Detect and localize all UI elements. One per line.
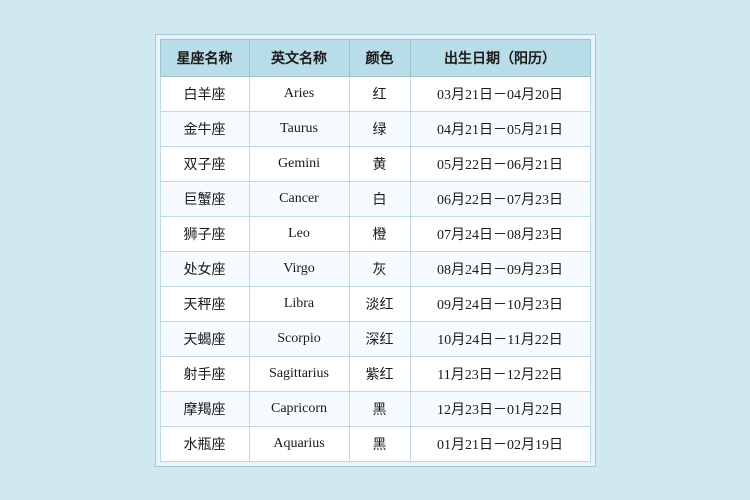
cell-chinese: 巨蟹座 <box>160 181 249 216</box>
cell-chinese: 双子座 <box>160 146 249 181</box>
cell-english: Sagittarius <box>249 356 349 391</box>
cell-chinese: 白羊座 <box>160 76 249 111</box>
cell-date: 09月24日－10月23日 <box>410 286 590 321</box>
table-row: 巨蟹座Cancer白06月22日－07月23日 <box>160 181 590 216</box>
table-row: 双子座Gemini黄05月22日－06月21日 <box>160 146 590 181</box>
table-row: 射手座Sagittarius紫红11月23日－12月22日 <box>160 356 590 391</box>
table-row: 狮子座Leo橙07月24日－08月23日 <box>160 216 590 251</box>
cell-color: 深红 <box>349 321 410 356</box>
cell-english: Libra <box>249 286 349 321</box>
cell-english: Cancer <box>249 181 349 216</box>
cell-color: 红 <box>349 76 410 111</box>
cell-date: 04月21日－05月21日 <box>410 111 590 146</box>
table-row: 处女座Virgo灰08月24日－09月23日 <box>160 251 590 286</box>
cell-date: 07月24日－08月23日 <box>410 216 590 251</box>
header-chinese: 星座名称 <box>160 39 249 76</box>
cell-color: 黑 <box>349 391 410 426</box>
cell-color: 灰 <box>349 251 410 286</box>
cell-chinese: 狮子座 <box>160 216 249 251</box>
table-row: 水瓶座Aquarius黑01月21日－02月19日 <box>160 426 590 461</box>
table-header-row: 星座名称 英文名称 颜色 出生日期（阳历） <box>160 39 590 76</box>
cell-color: 淡红 <box>349 286 410 321</box>
cell-english: Gemini <box>249 146 349 181</box>
zodiac-table-container: 星座名称 英文名称 颜色 出生日期（阳历） 白羊座Aries红03月21日－04… <box>155 34 596 467</box>
cell-date: 10月24日－11月22日 <box>410 321 590 356</box>
cell-chinese: 天秤座 <box>160 286 249 321</box>
header-english: 英文名称 <box>249 39 349 76</box>
cell-color: 紫红 <box>349 356 410 391</box>
cell-date: 05月22日－06月21日 <box>410 146 590 181</box>
cell-date: 03月21日－04月20日 <box>410 76 590 111</box>
cell-date: 06月22日－07月23日 <box>410 181 590 216</box>
cell-english: Leo <box>249 216 349 251</box>
cell-color: 黑 <box>349 426 410 461</box>
cell-color: 黄 <box>349 146 410 181</box>
cell-color: 绿 <box>349 111 410 146</box>
header-color: 颜色 <box>349 39 410 76</box>
cell-date: 11月23日－12月22日 <box>410 356 590 391</box>
cell-chinese: 摩羯座 <box>160 391 249 426</box>
cell-chinese: 水瓶座 <box>160 426 249 461</box>
table-row: 摩羯座Capricorn黑12月23日－01月22日 <box>160 391 590 426</box>
cell-chinese: 处女座 <box>160 251 249 286</box>
cell-color: 橙 <box>349 216 410 251</box>
cell-english: Aquarius <box>249 426 349 461</box>
zodiac-table: 星座名称 英文名称 颜色 出生日期（阳历） 白羊座Aries红03月21日－04… <box>160 39 591 462</box>
cell-english: Taurus <box>249 111 349 146</box>
table-row: 白羊座Aries红03月21日－04月20日 <box>160 76 590 111</box>
cell-date: 08月24日－09月23日 <box>410 251 590 286</box>
cell-english: Capricorn <box>249 391 349 426</box>
cell-english: Aries <box>249 76 349 111</box>
cell-chinese: 金牛座 <box>160 111 249 146</box>
cell-english: Virgo <box>249 251 349 286</box>
cell-chinese: 天蝎座 <box>160 321 249 356</box>
table-row: 天秤座Libra淡红09月24日－10月23日 <box>160 286 590 321</box>
cell-date: 12月23日－01月22日 <box>410 391 590 426</box>
cell-english: Scorpio <box>249 321 349 356</box>
table-row: 金牛座Taurus绿04月21日－05月21日 <box>160 111 590 146</box>
header-date: 出生日期（阳历） <box>410 39 590 76</box>
cell-date: 01月21日－02月19日 <box>410 426 590 461</box>
table-body: 白羊座Aries红03月21日－04月20日金牛座Taurus绿04月21日－0… <box>160 76 590 461</box>
cell-chinese: 射手座 <box>160 356 249 391</box>
cell-color: 白 <box>349 181 410 216</box>
table-row: 天蝎座Scorpio深红10月24日－11月22日 <box>160 321 590 356</box>
